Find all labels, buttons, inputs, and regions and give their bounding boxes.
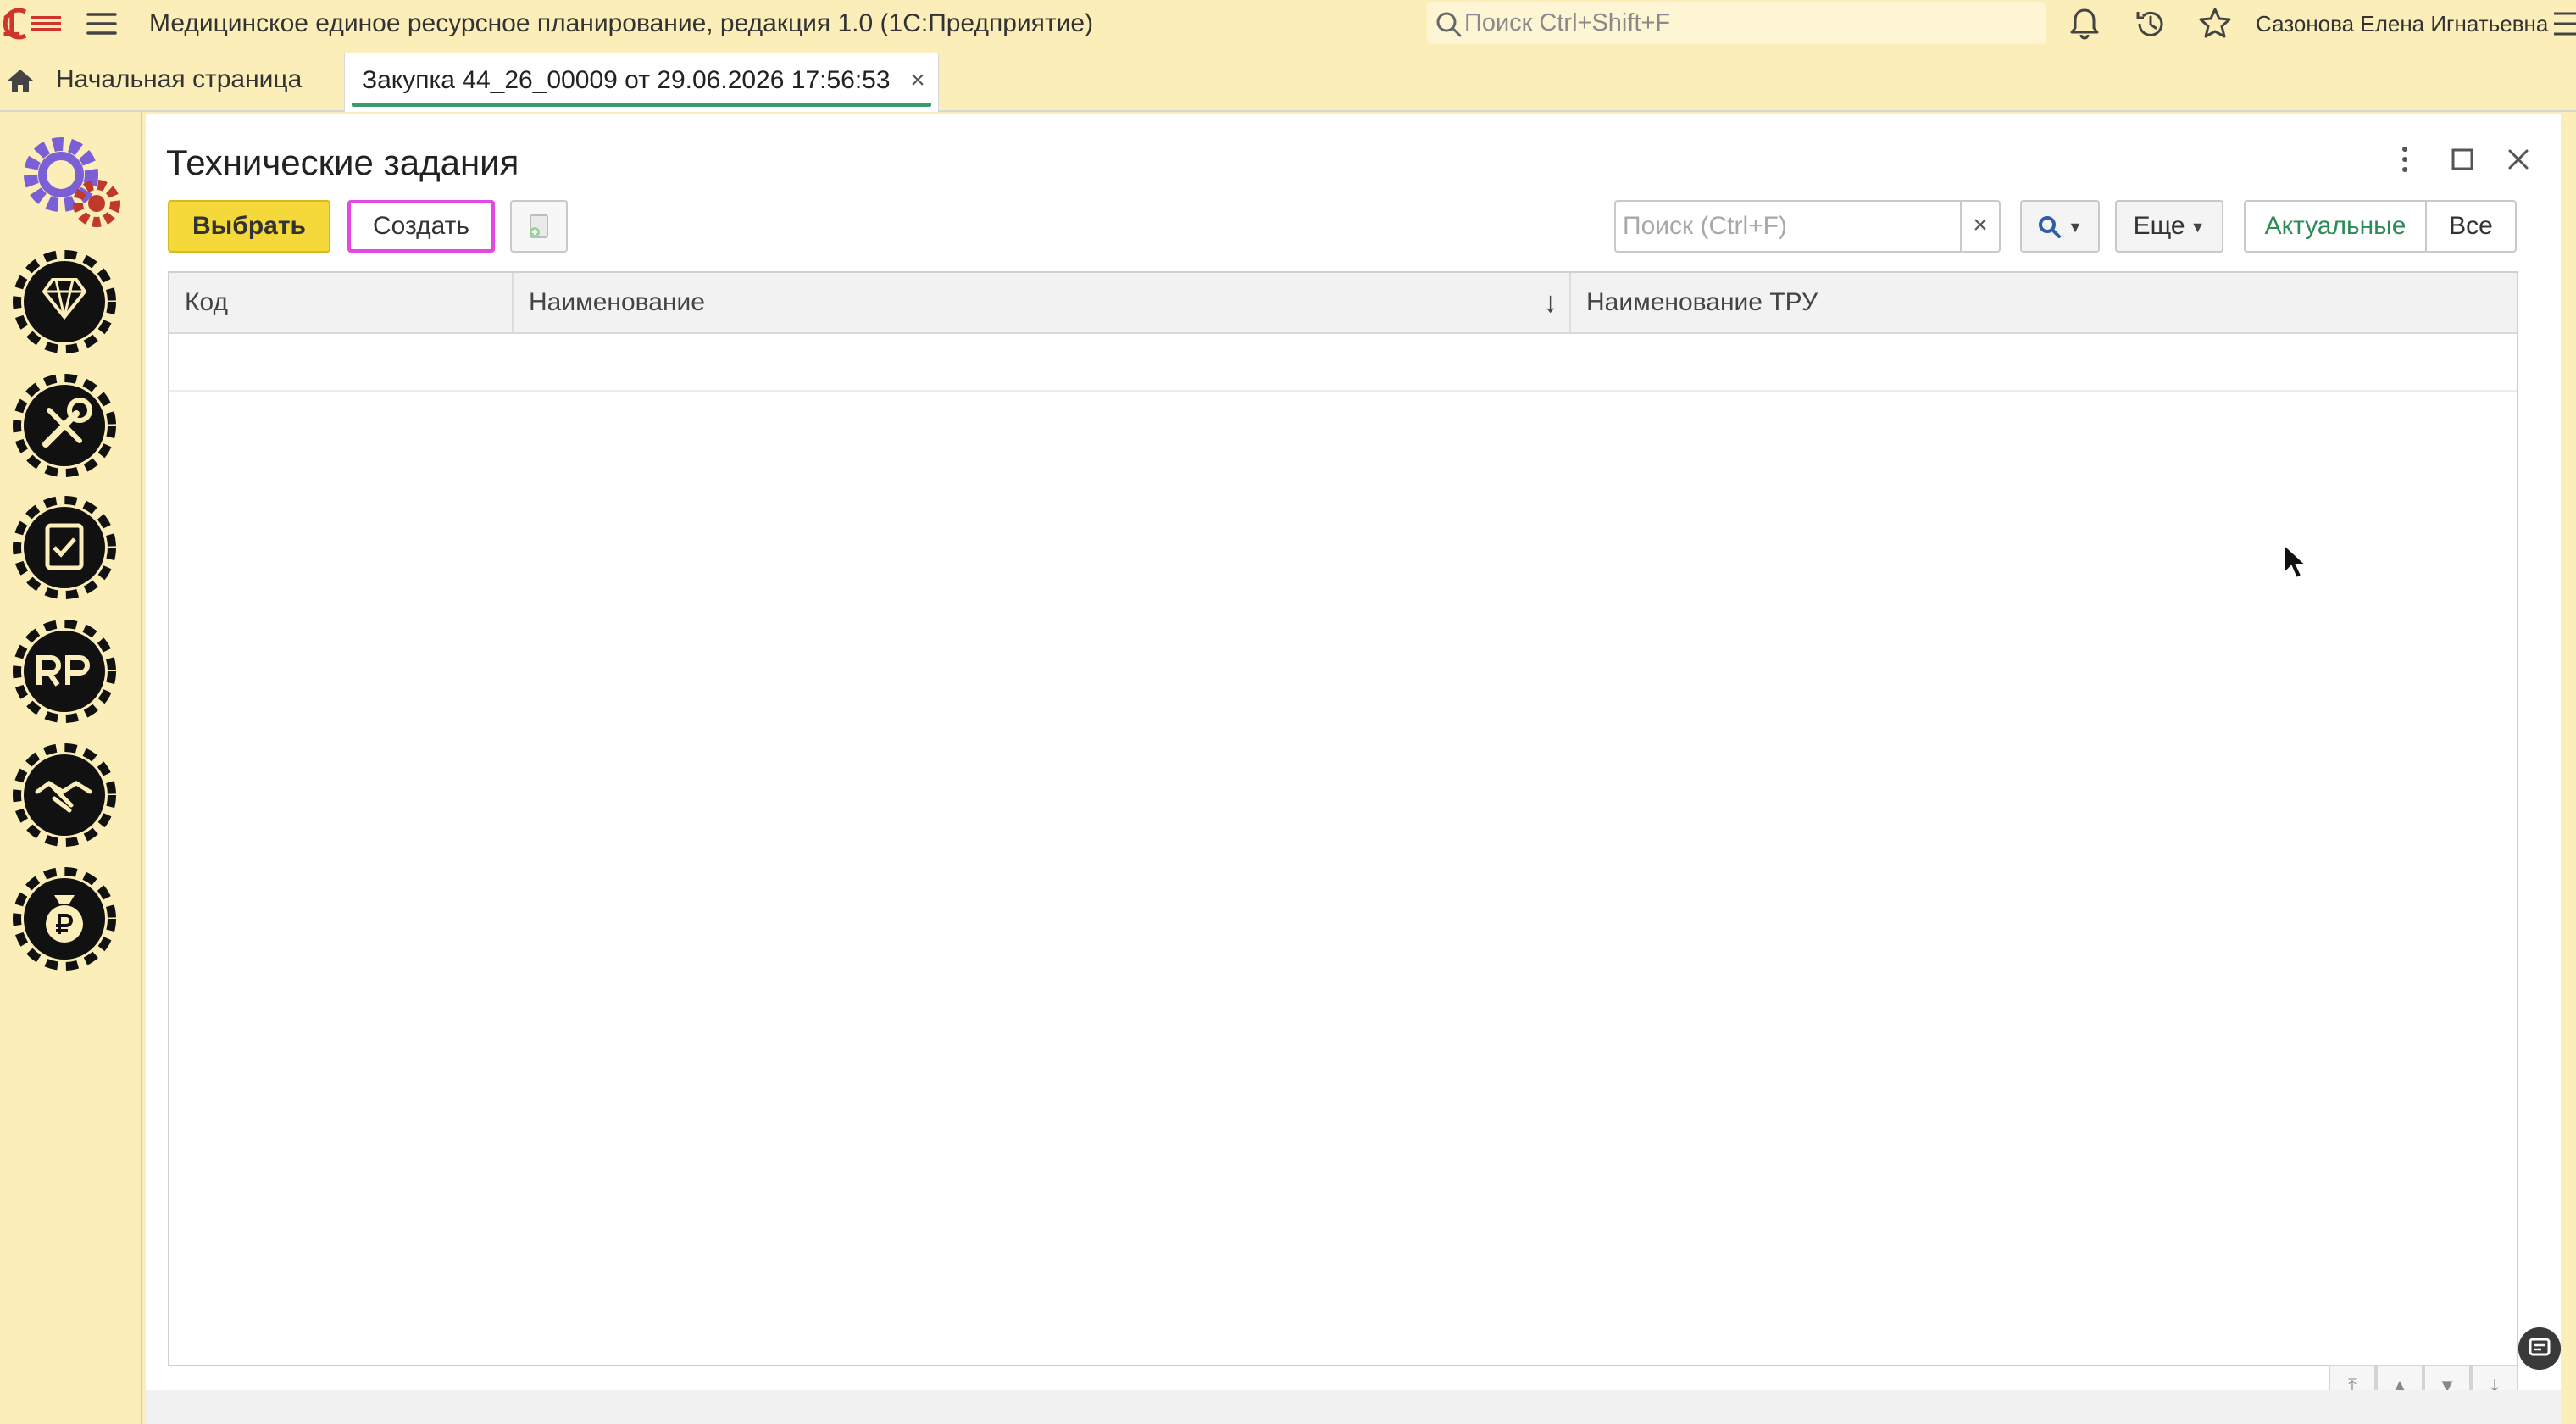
column-header-code[interactable]: Код <box>169 273 514 332</box>
filter-all-button[interactable]: Все <box>2425 200 2517 253</box>
form-technical-specs: Технические задания Выбрать Создать × ▼ … <box>146 114 2561 1424</box>
rp-gear-icon[interactable] <box>12 619 130 724</box>
tab-home[interactable]: Начальная страница <box>0 47 339 112</box>
sections-panel <box>0 112 142 1424</box>
page-title: Технические задания <box>166 142 519 182</box>
money-bag-gear-icon[interactable] <box>12 866 130 971</box>
tab-document-label: Закупка 44_26_00009 от 29.06.2026 17:56:… <box>362 66 891 94</box>
global-search[interactable]: Поиск Ctrl+Shift+F <box>1427 2 2046 44</box>
more-options-icon[interactable] <box>2384 139 2425 180</box>
column-header-name[interactable]: Наименование ↓ <box>514 273 1571 332</box>
table-header: Код Наименование ↓ Наименование ТРУ <box>169 273 2517 334</box>
technical-specs-table[interactable]: Код Наименование ↓ Наименование ТРУ <box>168 271 2518 1366</box>
chat-icon[interactable] <box>2518 1327 2561 1370</box>
sort-down-icon: ↓ <box>1543 286 1557 319</box>
star-icon[interactable] <box>2196 5 2234 42</box>
tab-active-indicator <box>352 103 931 107</box>
user-name[interactable]: Сазонова Елена Игнатьевна <box>2256 5 2548 42</box>
tab-bar: Начальная страница Закупка 44_26_00009 о… <box>0 47 2576 112</box>
history-icon[interactable] <box>2132 5 2169 42</box>
search-input[interactable] <box>1616 202 1946 251</box>
home-icon <box>8 70 33 92</box>
diamond-gear-icon[interactable] <box>12 249 130 354</box>
mouse-cursor-icon <box>2284 542 2308 580</box>
column-header-name-label: Наименование <box>529 288 705 316</box>
menu-burger-icon[interactable] <box>83 8 120 39</box>
app-title: Медицинское единое ресурсное планировани… <box>149 9 1094 37</box>
more-button-label: Еще <box>2133 212 2185 240</box>
copy-button[interactable] <box>510 200 568 253</box>
search-icon <box>1436 12 1462 37</box>
logo-1c-icon[interactable]: 1 <box>0 3 64 44</box>
list-search[interactable] <box>1614 200 1960 253</box>
more-button[interactable]: Еще ▼ <box>2115 200 2223 253</box>
status-strip <box>146 1390 2561 1424</box>
copy-document-icon <box>530 214 548 238</box>
filter-actual-button[interactable]: Актуальные <box>2244 200 2427 253</box>
global-search-placeholder: Поиск Ctrl+Shift+F <box>1464 9 1671 36</box>
tab-home-label: Начальная страница <box>56 65 303 93</box>
tools-gear-icon[interactable] <box>12 373 130 478</box>
chevron-down-icon: ▼ <box>2190 219 2206 236</box>
search-clear-button[interactable]: × <box>1960 200 2001 253</box>
tab-close-icon[interactable]: × <box>906 68 930 93</box>
find-button[interactable]: ▼ <box>2020 200 2100 253</box>
column-header-tru-name[interactable]: Наименование ТРУ <box>1571 273 2517 332</box>
document-check-gear-icon[interactable] <box>12 495 130 600</box>
create-button[interactable]: Создать <box>347 200 495 253</box>
top-bar: 1 Медицинское единое ресурсное планирова… <box>0 0 2576 47</box>
tab-document[interactable]: Закупка 44_26_00009 от 29.06.2026 17:56:… <box>344 53 939 112</box>
close-icon[interactable] <box>2498 139 2539 180</box>
handshake-gear-icon[interactable] <box>12 743 130 848</box>
table-row[interactable] <box>169 334 2517 392</box>
magnifier-icon <box>2039 216 2062 239</box>
chevron-down-icon: ▼ <box>2068 219 2083 236</box>
select-button[interactable]: Выбрать <box>168 200 330 253</box>
settings-menu-icon[interactable] <box>2551 5 2576 42</box>
bell-icon[interactable] <box>2066 5 2103 42</box>
maximize-icon[interactable] <box>2442 139 2483 180</box>
settings-gear-icon[interactable] <box>12 127 130 232</box>
